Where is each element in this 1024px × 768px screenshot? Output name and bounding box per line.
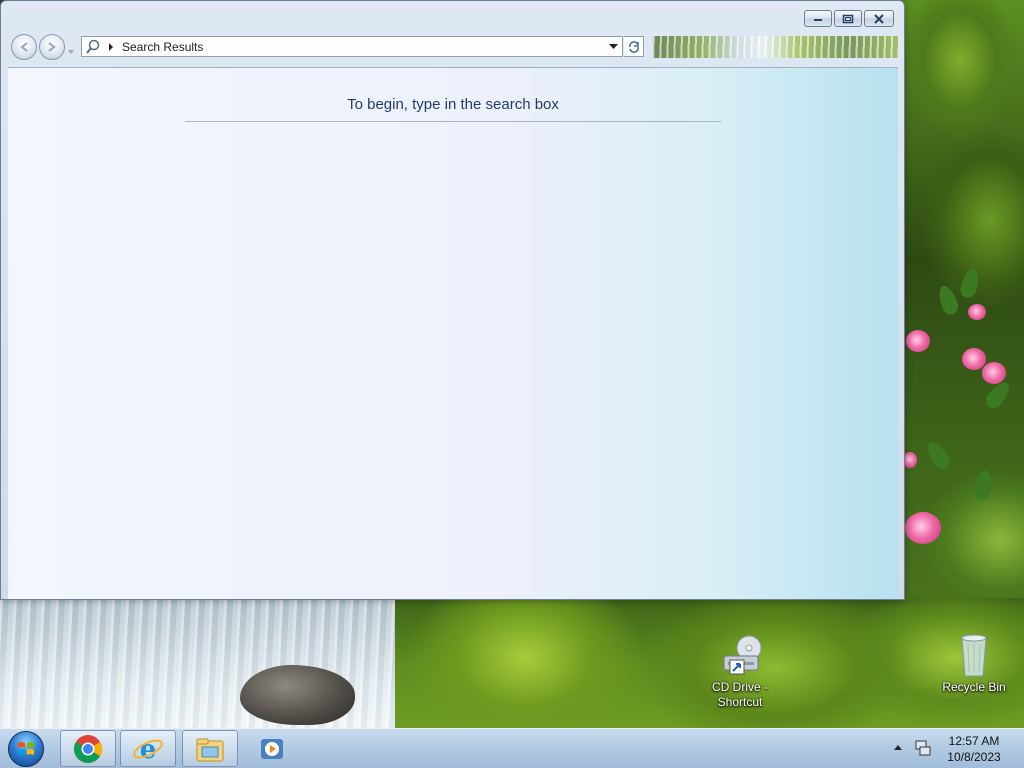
taskbar-media-player-button[interactable]: [244, 730, 300, 767]
wallpaper-waterfall: [0, 598, 460, 738]
desktop-icon-label: CD Drive - Shortcut: [712, 680, 768, 709]
explorer-window[interactable]: Search Results To begin, type in the sea…: [0, 0, 905, 600]
desktop-icon-label: Recycle Bin: [942, 680, 1006, 694]
wallpaper-flower: [903, 452, 917, 468]
file-explorer-icon: [196, 738, 224, 761]
taskbar-file-explorer-button[interactable]: [182, 730, 238, 767]
search-icon: [84, 38, 102, 56]
search-box[interactable]: [653, 36, 898, 58]
taskbar-chrome-button[interactable]: [60, 730, 116, 767]
recent-pages-dropdown[interactable]: [67, 43, 75, 54]
address-history-dropdown[interactable]: [604, 37, 622, 56]
restore-icon: [842, 14, 854, 23]
caption-buttons: [804, 10, 894, 27]
desktop-icon-cd-drive-shortcut[interactable]: CD Drive - Shortcut: [702, 632, 778, 710]
wallpaper-flower: [906, 330, 930, 352]
windows-logo-icon: [18, 742, 34, 755]
empty-search-message: To begin, type in the search box: [185, 96, 721, 122]
network-icon[interactable]: [914, 739, 932, 757]
internet-explorer-icon: e: [133, 735, 163, 765]
wallpaper-flower: [905, 512, 941, 544]
search-results-pane: To begin, type in the search box: [8, 67, 898, 599]
taskbar-internet-explorer-button[interactable]: e: [120, 730, 176, 767]
close-button[interactable]: [864, 10, 894, 27]
svg-text:e: e: [140, 735, 157, 765]
minimize-icon: [814, 18, 822, 21]
refresh-icon: [628, 40, 639, 53]
media-player-icon: [261, 738, 283, 759]
close-icon: [874, 13, 884, 24]
back-button[interactable]: [11, 34, 37, 60]
wallpaper-rock: [240, 665, 355, 725]
clock-time: 12:57 AM: [948, 734, 1000, 748]
maximize-button[interactable]: [834, 10, 862, 27]
taskbar: e 12:57 AM 10/8/2023: [0, 728, 1024, 768]
refresh-button[interactable]: [624, 36, 644, 57]
chevron-down-icon: [68, 50, 74, 54]
breadcrumb-chevron-icon[interactable]: [106, 42, 116, 51]
forward-arrow-icon: [48, 42, 56, 52]
clock-date: 10/8/2023: [947, 750, 1001, 764]
chevron-down-icon: [608, 43, 618, 49]
chrome-icon: [74, 734, 102, 763]
recycle-bin-icon: [950, 632, 998, 680]
chevron-up-icon: [894, 745, 902, 750]
desktop-icon-recycle-bin[interactable]: Recycle Bin: [936, 632, 1012, 695]
address-bar[interactable]: Search Results: [81, 36, 623, 57]
wallpaper-flower: [982, 362, 1006, 384]
back-arrow-icon: [20, 42, 28, 52]
show-hidden-icons-button[interactable]: [893, 742, 903, 752]
wallpaper-flower: [962, 348, 986, 370]
wallpaper-flower: [968, 304, 986, 320]
forward-button[interactable]: [39, 34, 65, 60]
breadcrumb-search-results[interactable]: Search Results: [122, 40, 604, 54]
minimize-button[interactable]: [804, 10, 832, 27]
system-clock[interactable]: 12:57 AM 10/8/2023: [938, 733, 1010, 765]
start-button[interactable]: [8, 731, 44, 767]
cd-drive-icon: [716, 632, 764, 680]
